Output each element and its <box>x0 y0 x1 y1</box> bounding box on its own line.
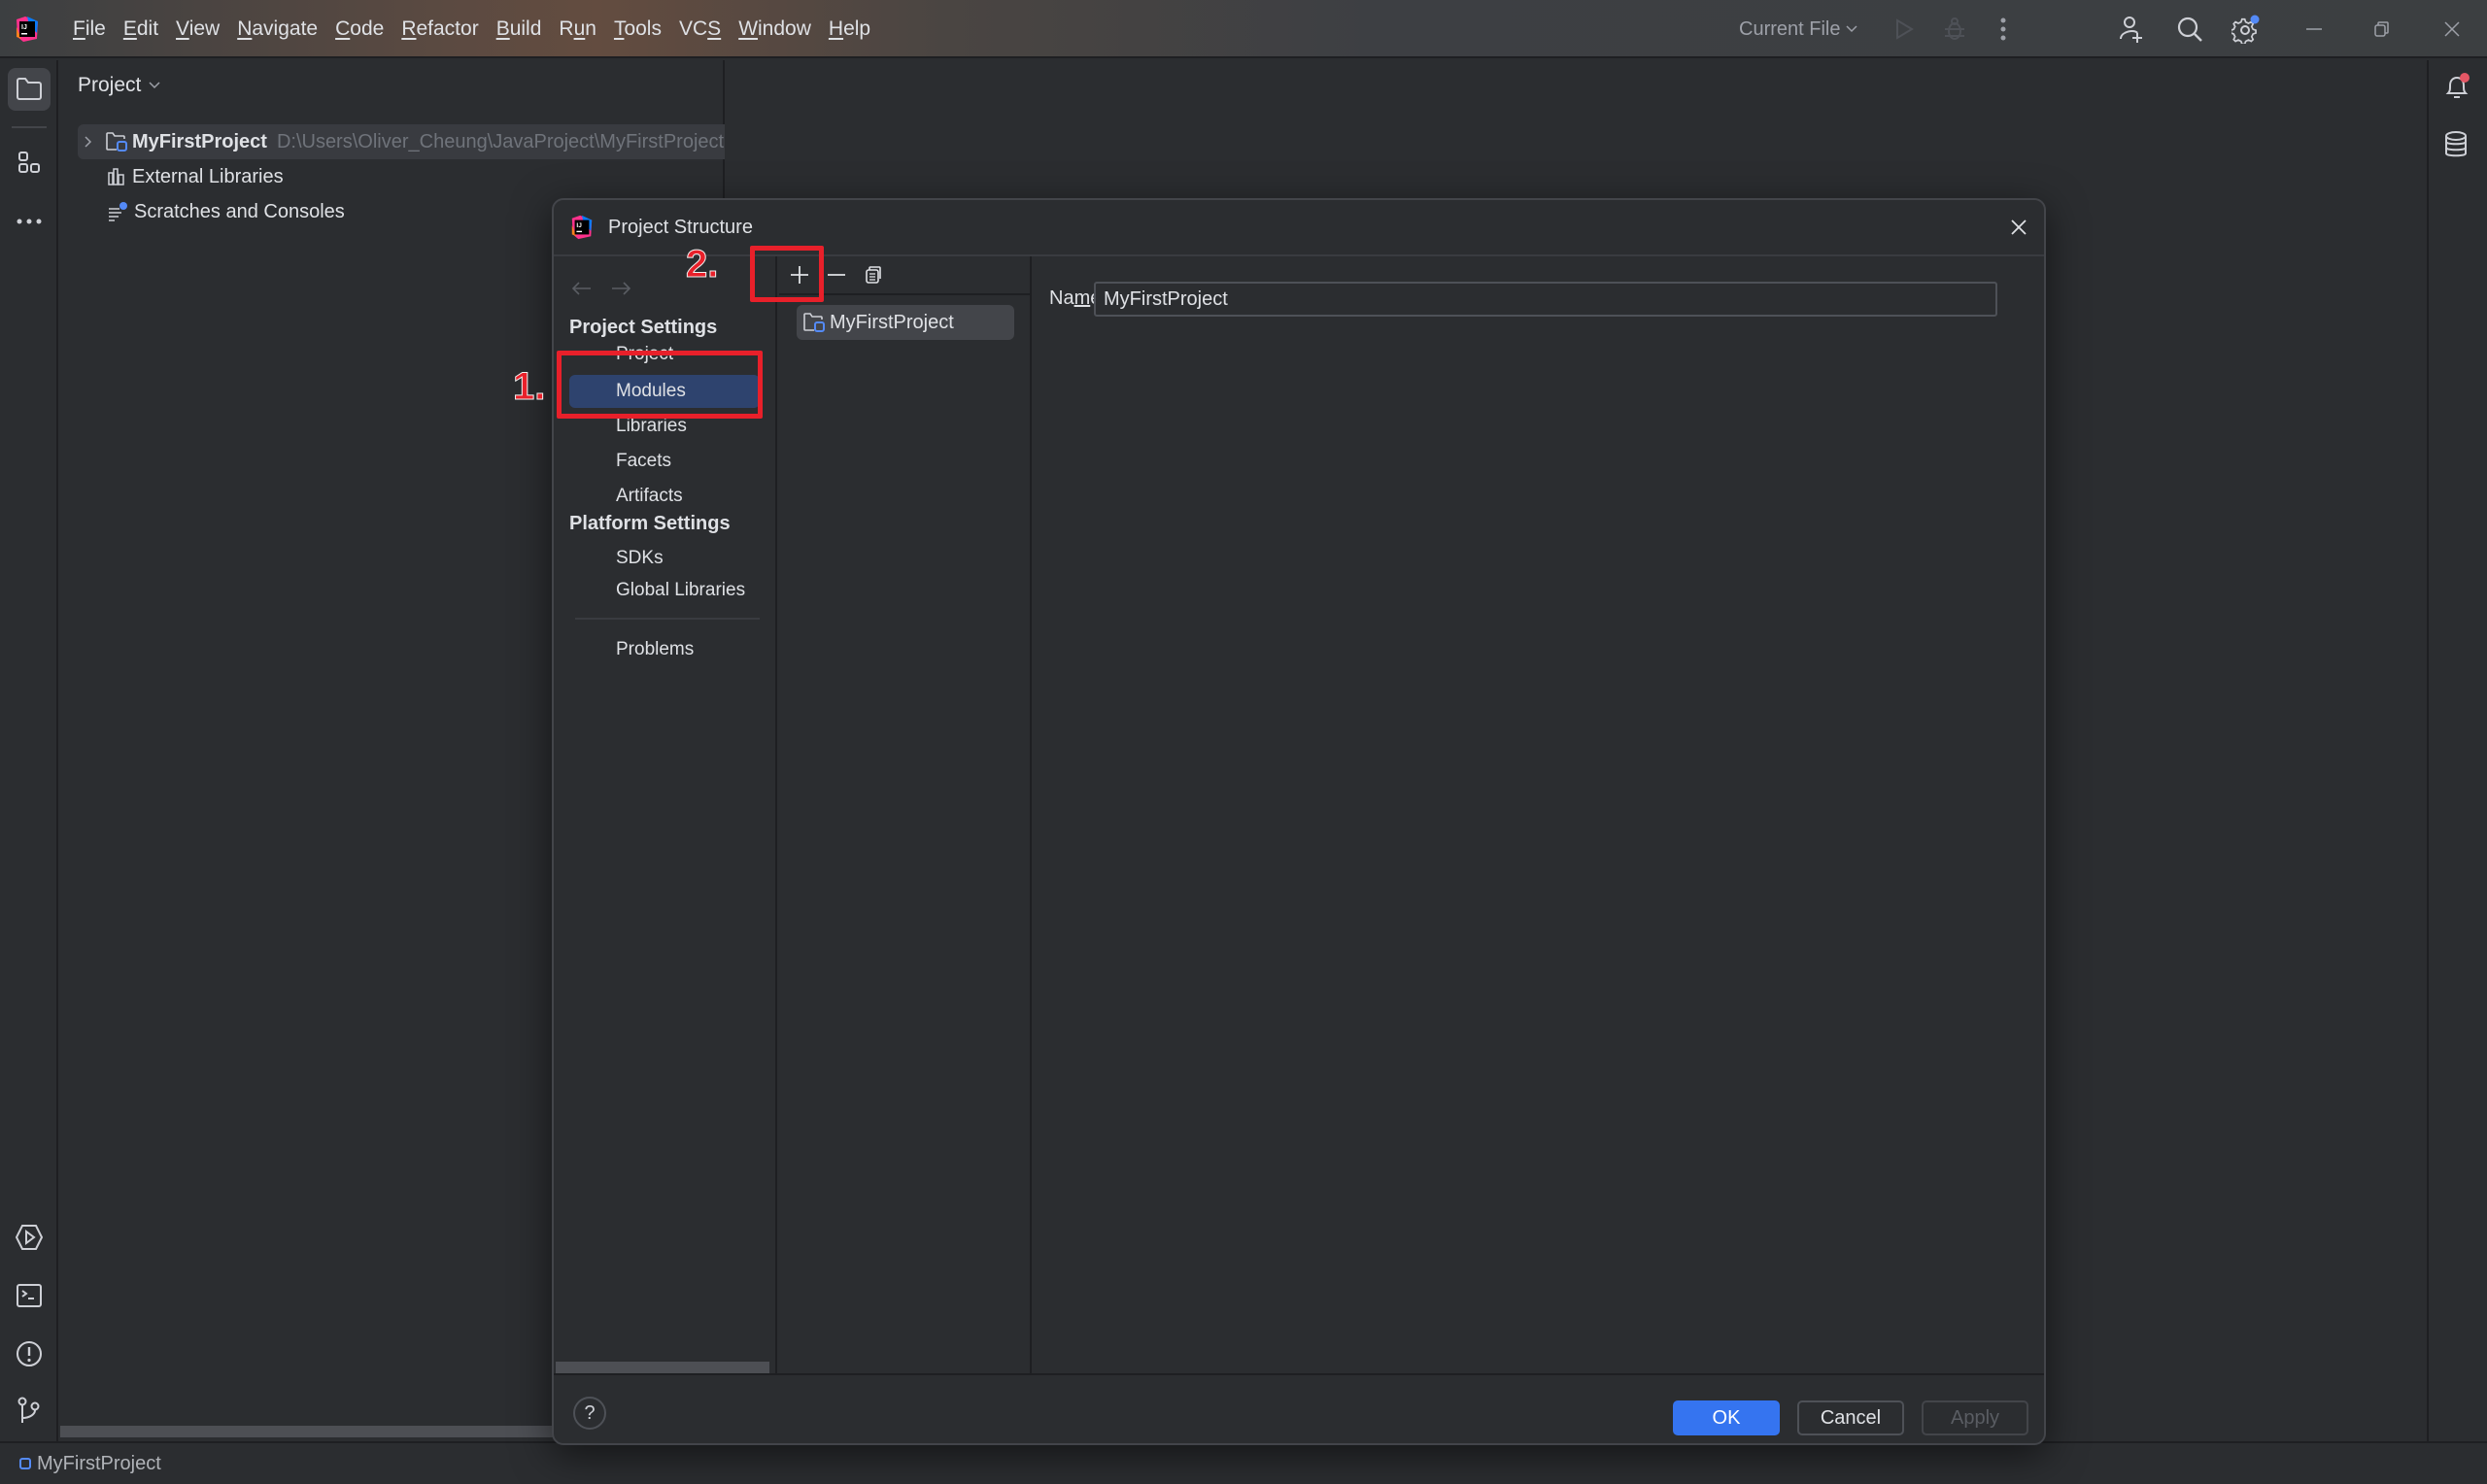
nav-horizontal-scrollbar[interactable] <box>556 1362 769 1373</box>
tree-item-label: External Libraries <box>132 165 284 187</box>
annotation-label-1: 1. <box>512 365 546 409</box>
app-logo-icon[interactable]: IJ <box>12 14 43 45</box>
nav-item-label: Global Libraries <box>616 580 746 600</box>
dialog-title: Project Structure <box>608 216 753 238</box>
notifications-icon[interactable] <box>2442 72 2471 101</box>
settings-icon[interactable] <box>2231 14 2262 45</box>
minimize-icon[interactable] <box>2299 14 2330 45</box>
module-list-item[interactable]: MyFirstProject <box>797 305 1014 340</box>
menu-run[interactable]: Run <box>550 17 605 41</box>
annotation-label-2: 2. <box>685 243 719 287</box>
dialog-footer: ? OK Cancel Apply <box>554 1373 2044 1443</box>
module-name-input[interactable] <box>1094 282 1997 317</box>
module-folder-icon <box>802 312 826 333</box>
project-view-selector[interactable]: Project <box>78 74 160 97</box>
search-icon[interactable] <box>2174 14 2205 45</box>
run-config-label: Current File <box>1739 17 1841 40</box>
project-folder-icon[interactable] <box>8 68 51 111</box>
right-tool-strip <box>2427 60 2487 1441</box>
tree-item-project-root[interactable]: MyFirstProject D:\Users\Oliver_Cheung\Ja… <box>78 124 725 159</box>
ok-button[interactable]: OK <box>1673 1400 1780 1435</box>
tree-item-external-libraries[interactable]: External Libraries <box>78 159 284 194</box>
back-arrow-icon[interactable] <box>571 282 593 295</box>
more-horizontal-icon[interactable] <box>8 200 51 243</box>
nav-item-artifacts[interactable]: Artifacts <box>569 480 760 513</box>
database-icon[interactable] <box>2442 130 2470 159</box>
library-icon <box>107 167 126 186</box>
more-vertical-icon[interactable] <box>1988 14 2019 45</box>
menu-help[interactable]: Help <box>820 17 879 41</box>
module-icon <box>19 1458 31 1469</box>
left-tool-strip <box>0 60 58 1441</box>
menu-code[interactable]: Code <box>326 17 392 41</box>
section-platform-settings: Platform Settings <box>569 513 731 534</box>
forward-arrow-icon[interactable] <box>610 282 631 295</box>
tree-item-label: Scratches and Consoles <box>134 200 345 222</box>
menu-edit[interactable]: Edit <box>115 17 167 41</box>
svg-text:IJ: IJ <box>576 222 582 229</box>
nav-item-label: Libraries <box>616 416 687 436</box>
settings-navigation: Project Settings Project Modules Librari… <box>554 256 777 1373</box>
status-bar: MyFirstProject <box>0 1441 2487 1484</box>
strip-divider <box>12 126 47 128</box>
close-window-icon[interactable] <box>2436 14 2468 45</box>
structure-icon[interactable] <box>8 142 51 185</box>
module-detail-panel: Name: <box>1034 256 2044 1373</box>
menu-vcs[interactable]: VCS <box>670 17 730 41</box>
menu-tools[interactable]: Tools <box>605 17 670 41</box>
terminal-icon[interactable] <box>8 1274 51 1317</box>
services-run-icon[interactable] <box>8 1216 51 1259</box>
git-icon[interactable] <box>8 1389 51 1432</box>
update-badge <box>2250 15 2260 24</box>
nav-item-label: SDKs <box>616 548 664 568</box>
nav-item-facets[interactable]: Facets <box>569 445 760 478</box>
add-user-icon[interactable] <box>2116 14 2147 45</box>
nav-item-problems[interactable]: Problems <box>569 633 760 666</box>
chevron-right-icon[interactable] <box>84 135 101 149</box>
chevron-down-icon <box>149 82 160 89</box>
module-name: MyFirstProject <box>830 311 954 333</box>
main-menu: File Edit View Navigate Code Refactor Bu… <box>64 0 879 58</box>
svg-text:IJ: IJ <box>21 24 27 31</box>
chevron-down-icon <box>1846 25 1858 33</box>
annotation-box-modules <box>557 351 763 419</box>
title-bar: IJ File Edit View Navigate Code Refactor… <box>0 0 2487 58</box>
module-list-panel: MyFirstProject <box>779 256 1032 1373</box>
nav-item-label: Facets <box>616 451 672 471</box>
run-config-selector[interactable]: Current File <box>1739 0 1858 58</box>
project-path: D:\Users\Oliver_Cheung\JavaProject\MyFir… <box>276 130 725 152</box>
copy-icon[interactable] <box>863 265 882 285</box>
scratches-icon <box>107 201 128 222</box>
menu-refactor[interactable]: Refactor <box>392 17 487 41</box>
menu-build[interactable]: Build <box>488 17 551 41</box>
nav-item-label: Artifacts <box>616 486 683 506</box>
module-folder-icon <box>105 131 128 152</box>
app-logo-icon: IJ <box>569 215 595 240</box>
help-button[interactable]: ? <box>573 1397 606 1430</box>
debug-icon[interactable] <box>1939 14 1970 45</box>
project-structure-dialog: IJ Project Structure Project Settings Pr… <box>552 198 2046 1445</box>
nav-item-sdks[interactable]: SDKs <box>569 542 760 575</box>
tree-item-scratches[interactable]: Scratches and Consoles <box>78 194 345 229</box>
cancel-button[interactable]: Cancel <box>1797 1400 1904 1435</box>
annotation-box-add <box>750 246 824 302</box>
project-panel-title: Project <box>78 74 142 96</box>
tree-item-label: MyFirstProject <box>132 130 267 152</box>
remove-icon[interactable] <box>826 264 847 286</box>
restore-icon[interactable] <box>2367 14 2398 45</box>
menu-view[interactable]: View <box>167 17 228 41</box>
nav-item-label: Problems <box>616 639 695 659</box>
apply-button[interactable]: Apply <box>1922 1400 2028 1435</box>
nav-divider <box>575 618 760 620</box>
menu-window[interactable]: Window <box>730 17 820 41</box>
menu-navigate[interactable]: Navigate <box>228 17 326 41</box>
menu-file[interactable]: File <box>64 17 115 41</box>
status-project-name[interactable]: MyFirstProject <box>37 1453 161 1475</box>
close-icon[interactable] <box>2009 218 2028 237</box>
section-project-settings: Project Settings <box>569 317 718 338</box>
nav-item-global-libraries[interactable]: Global Libraries <box>569 574 760 607</box>
run-icon[interactable] <box>1889 14 1920 45</box>
problems-icon[interactable] <box>8 1332 51 1375</box>
